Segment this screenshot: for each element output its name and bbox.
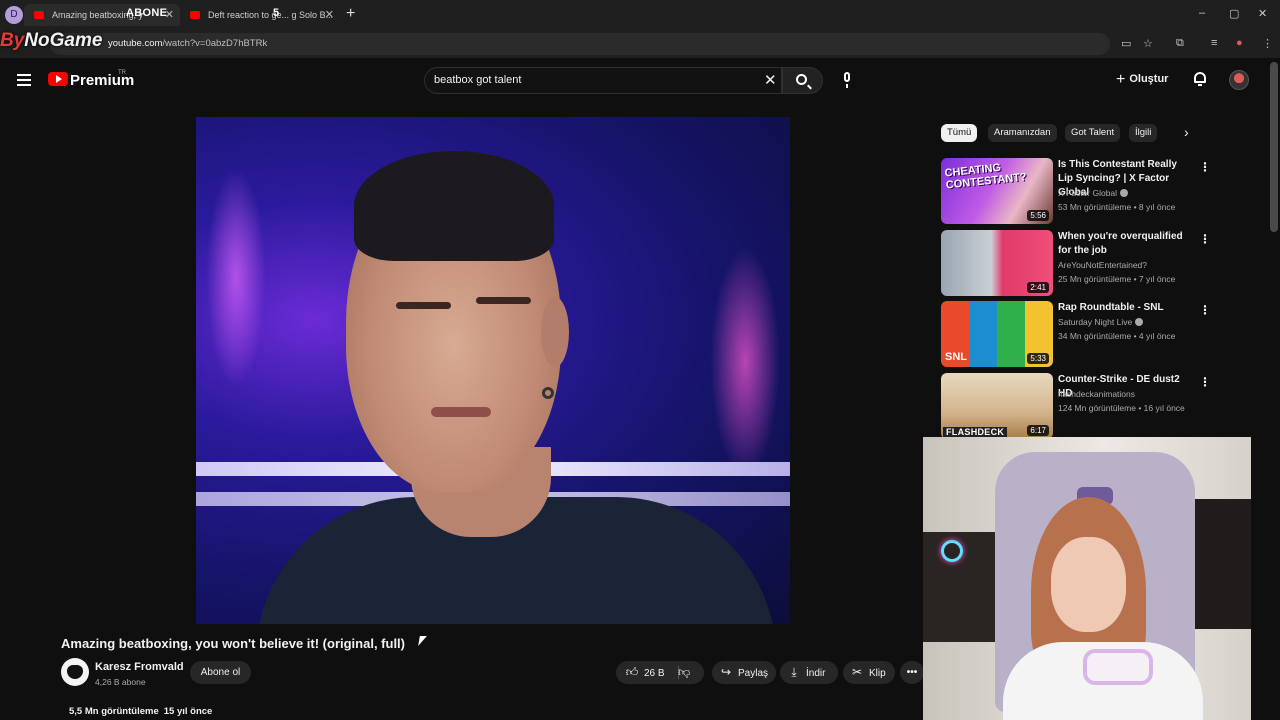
url-path: /watch?v=0abzD7hBTRk (162, 38, 268, 49)
close-tab-icon[interactable]: ✕ (325, 4, 334, 26)
youtube-favicon-icon (34, 11, 44, 19)
duration-badge: 5:33 (1027, 353, 1049, 364)
more-options-icon[interactable]: ⋮ (1199, 232, 1211, 246)
browser-tab-bar: D Amazing beatboxing, y ✕ Deft reaction … (0, 0, 1280, 30)
minimize-icon[interactable]: – (1199, 7, 1205, 19)
stream-overlay-number: 5 (273, 7, 280, 19)
duration-badge: 2:41 (1027, 282, 1049, 293)
notifications-bell-icon[interactable] (1193, 72, 1207, 86)
search-query[interactable]: beatbox got talent (434, 74, 521, 86)
scissors-icon: ✂ (851, 665, 863, 679)
recommended-video[interactable]: CHEATING CONTESTANT? 5:56 Is This Contes… (941, 158, 1241, 224)
dislike-thumbs-down-icon[interactable]: 👎︎ (678, 661, 690, 684)
user-avatar[interactable] (1229, 70, 1249, 90)
country-code: TR (118, 70, 126, 76)
duration-badge: 6:17 (1027, 425, 1049, 436)
chip-from-search[interactable]: Aramanızdan (988, 124, 1057, 142)
share-button[interactable]: ↪ Paylaş (712, 661, 776, 684)
recommended-meta: 124 Mn görüntüleme • 16 yıl önce (1058, 403, 1185, 413)
recommended-meta: 25 Mn görüntüleme • 7 yıl önce (1058, 274, 1176, 284)
plus-icon: + (1116, 71, 1126, 88)
recommended-video[interactable]: 2:41 When you're overqualified for the j… (941, 230, 1241, 296)
recommended-meta: 53 Mn görüntüleme • 8 yıl önce (1058, 202, 1176, 212)
mouse-cursor-icon (418, 636, 427, 646)
page-scrollbar[interactable] (1270, 62, 1278, 232)
rgb-fan-icon (941, 540, 963, 562)
video-player[interactable] (196, 117, 790, 624)
voice-search-mic-icon[interactable] (836, 69, 858, 91)
more-options-icon[interactable]: ⋮ (1199, 160, 1211, 174)
extensions-icon[interactable]: ⧉ (1176, 37, 1184, 50)
url-text[interactable]: youtube.com/watch?v=0abzD7hBTRk (108, 38, 267, 49)
more-options-icon[interactable]: ⋮ (1199, 303, 1211, 317)
video-thumbnail[interactable]: CHEATING CONTESTANT? 5:56 (941, 158, 1053, 224)
bookmark-star-icon[interactable]: ☆ (1143, 37, 1153, 50)
menu-kebab-icon[interactable]: ⋮ (1262, 37, 1273, 50)
youtube-favicon-icon (190, 11, 200, 19)
chevron-right-icon[interactable]: › (1184, 124, 1189, 140)
verified-badge-icon (1135, 318, 1144, 326)
media-icon[interactable]: ≡ (1211, 37, 1217, 49)
tab-title: Deft reaction to ge... g Solo B... (208, 10, 334, 20)
share-arrow-icon: ↪ (720, 665, 732, 679)
create-button[interactable]: + Oluştur (1116, 71, 1168, 89)
video-thumbnail[interactable]: 2:41 (941, 230, 1053, 296)
channel-name[interactable]: Karesz Fromvald (95, 661, 184, 673)
recommended-meta: 34 Mn görüntüleme • 4 yıl önce (1058, 331, 1176, 341)
like-button[interactable]: 👍︎ 26 B (616, 661, 704, 684)
streamer-webcam (923, 437, 1251, 720)
download-icon: ⤓ (791, 665, 797, 679)
recommended-channel: flashdeckanimations (1058, 389, 1136, 399)
verified-badge-icon (1120, 189, 1129, 197)
more-options-icon[interactable]: ⋮ (1199, 375, 1211, 389)
channel-avatar[interactable] (61, 658, 89, 686)
search-button[interactable] (782, 67, 823, 94)
recommended-channel: Saturday Night Live (1058, 317, 1144, 327)
close-window-icon[interactable]: ✕ (1258, 7, 1267, 20)
recommended-channel: X Factor Global (1058, 188, 1129, 198)
recommended-video[interactable]: SNL 5:33 Rap Roundtable - SNL Saturday N… (941, 301, 1241, 367)
video-meta: 5,5 Mn görüntüleme 15 yıl önce (69, 706, 213, 717)
recommended-title[interactable]: When you're overqualified for the job (1058, 230, 1188, 258)
new-tab-button[interactable]: + (346, 5, 355, 23)
recommended-title[interactable]: Rap Roundtable - SNL (1058, 301, 1188, 315)
search-icon (796, 74, 807, 85)
video-title: Amazing beatboxing, you won't believe it… (61, 636, 405, 651)
subscribe-button[interactable]: Abone ol (190, 661, 251, 684)
recommended-video[interactable]: FLASHDECK 6:17 Counter-Strike - DE dust2… (941, 373, 1241, 439)
clear-search-icon[interactable]: ✕ (764, 71, 777, 89)
stream-logo: ByNoGame (0, 30, 103, 51)
recommended-channel: AreYouNotEntertained? (1058, 260, 1148, 270)
more-actions-button[interactable]: ••• (900, 661, 924, 684)
video-thumbnail[interactable]: FLASHDECK 6:17 (941, 373, 1053, 439)
video-thumbnail[interactable]: SNL 5:33 (941, 301, 1053, 367)
youtube-logo-icon[interactable] (48, 72, 68, 86)
cast-icon[interactable]: ▭ (1121, 37, 1131, 50)
chip-all[interactable]: Tümü (941, 124, 978, 142)
subscriber-count: 4,26 B abone (95, 677, 146, 687)
duration-badge: 5:56 (1027, 210, 1049, 221)
stream-overlay-abone: ABONE (126, 7, 168, 19)
maximize-icon[interactable]: ▢ (1229, 7, 1239, 20)
account-icon[interactable]: ● (1236, 37, 1243, 49)
profile-icon[interactable]: D (5, 6, 23, 24)
clip-button[interactable]: ✂ Klip (843, 661, 895, 684)
thumbs-up-icon: 👍︎ (625, 665, 639, 679)
chip-got-talent[interactable]: Got Talent (1065, 124, 1121, 142)
hamburger-menu-icon[interactable] (17, 74, 31, 89)
chip-related[interactable]: İlgili (1129, 124, 1158, 142)
browser-tab[interactable]: Deft reaction to ge... g Solo B... ✕ (180, 4, 340, 26)
microphone-icon (1083, 649, 1153, 685)
video-frame (196, 117, 790, 624)
url-host: youtube.com (108, 38, 163, 49)
download-button[interactable]: ⤓ İndir (780, 661, 838, 684)
